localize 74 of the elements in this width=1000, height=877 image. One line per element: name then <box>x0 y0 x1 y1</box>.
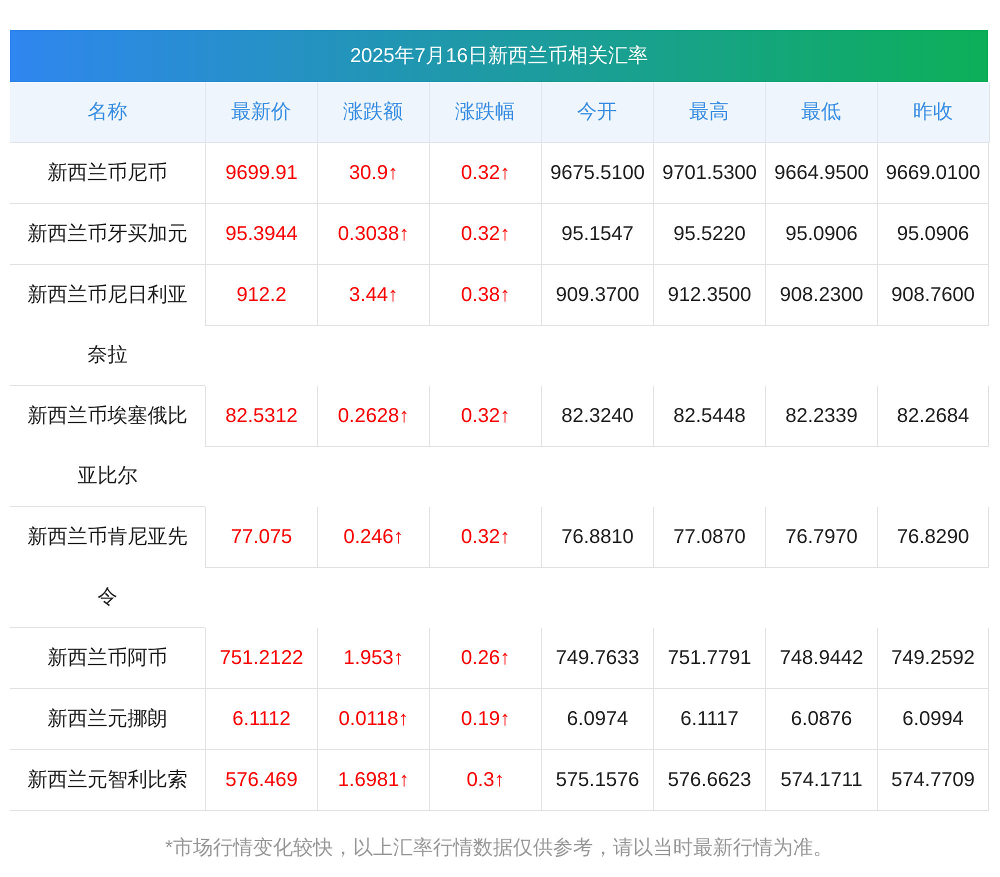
table-cell: 0.246↑ <box>317 506 429 568</box>
table-cell: 0.32↑ <box>429 506 541 568</box>
table-cell: 748.9442 <box>765 628 877 688</box>
table-cell: 77.0870 <box>653 506 765 568</box>
table-cell: 95.0906 <box>877 204 989 264</box>
currency-name: 新西兰元智利比索 <box>10 750 205 810</box>
table-cell: 77.075 <box>205 506 317 568</box>
column-header: 涨跌幅 <box>429 82 541 142</box>
table-cell: 0.3↑ <box>429 750 541 810</box>
table-cell: 3.44↑ <box>317 264 429 326</box>
table-cell: 0.26↑ <box>429 628 541 688</box>
table-cell: 82.5312 <box>205 386 317 446</box>
column-header: 最低 <box>765 82 877 142</box>
table-cell: 576.469 <box>205 750 317 810</box>
table-cell: 912.2 <box>205 264 317 326</box>
column-header: 今开 <box>541 82 653 142</box>
table-cell: 0.32↑ <box>429 386 541 446</box>
table-cell: 82.5448 <box>653 386 765 446</box>
table-cell: 1.6981↑ <box>317 750 429 810</box>
table-cell: 908.2300 <box>765 264 877 326</box>
table-cell: 76.8290 <box>877 506 989 568</box>
currency-name: 新西兰币阿币 <box>10 628 205 688</box>
table-cell: 751.2122 <box>205 628 317 688</box>
table-cell: 76.7970 <box>765 506 877 568</box>
currency-name: 新西兰元挪朗 <box>10 688 205 750</box>
table-cell: 9701.5300 <box>653 142 765 204</box>
table-cell: 95.3944 <box>205 204 317 264</box>
table-cell: 82.2339 <box>765 386 877 446</box>
table-cell: 0.3038↑ <box>317 204 429 264</box>
table-cell: 6.1112 <box>205 688 317 750</box>
table-cell: 6.1117 <box>653 688 765 750</box>
table-cell: 912.3500 <box>653 264 765 326</box>
column-header: 涨跌额 <box>317 82 429 142</box>
table-cell: 749.2592 <box>877 628 989 688</box>
table-title: 2025年7月16日新西兰币相关汇率 <box>10 30 988 82</box>
table-cell: 575.1576 <box>541 750 653 810</box>
table-cell: 909.3700 <box>541 264 653 326</box>
table-cell: 95.5220 <box>653 204 765 264</box>
currency-name: 新西兰币尼币 <box>10 142 205 204</box>
table-cell: 0.32↑ <box>429 142 541 204</box>
currency-name: 新西兰币肯尼亚先令 <box>10 506 205 628</box>
table-cell: 574.7709 <box>877 750 989 810</box>
table-cell: 6.0876 <box>765 688 877 750</box>
column-header: 最新价 <box>205 82 317 142</box>
table-cell: 9669.0100 <box>877 142 989 204</box>
table-cell: 6.0994 <box>877 688 989 750</box>
table-cell: 751.7791 <box>653 628 765 688</box>
table-cell: 6.0974 <box>541 688 653 750</box>
currency-name: 新西兰币牙买加元 <box>10 204 205 264</box>
column-header: 最高 <box>653 82 765 142</box>
currency-name: 新西兰币尼日利亚奈拉 <box>10 264 205 386</box>
table-cell: 0.19↑ <box>429 688 541 750</box>
table-cell: 76.8810 <box>541 506 653 568</box>
table-cell: 82.2684 <box>877 386 989 446</box>
table-cell: 749.7633 <box>541 628 653 688</box>
column-header: 名称 <box>10 82 205 142</box>
column-header: 昨收 <box>877 82 989 142</box>
disclaimer-note: *市场行情变化较快，以上汇率行情数据仅供参考，请以当时最新行情为准。 <box>164 836 834 861</box>
table-cell: 0.38↑ <box>429 264 541 326</box>
table-cell: 908.7600 <box>877 264 989 326</box>
table-cell: 9664.9500 <box>765 142 877 204</box>
table-cell: 9675.5100 <box>541 142 653 204</box>
table-cell: 0.2628↑ <box>317 386 429 446</box>
table-cell: 1.953↑ <box>317 628 429 688</box>
table-cell: 0.32↑ <box>429 204 541 264</box>
table-cell: 0.0118↑ <box>317 688 429 750</box>
table-cell: 9699.91 <box>205 142 317 204</box>
table-cell: 576.6623 <box>653 750 765 810</box>
table-cell: 574.1711 <box>765 750 877 810</box>
table-cell: 30.9↑ <box>317 142 429 204</box>
currency-name: 新西兰币埃塞俄比亚比尔 <box>10 386 205 506</box>
table-cell: 82.3240 <box>541 386 653 446</box>
table-cell: 95.0906 <box>765 204 877 264</box>
table-cell: 95.1547 <box>541 204 653 264</box>
